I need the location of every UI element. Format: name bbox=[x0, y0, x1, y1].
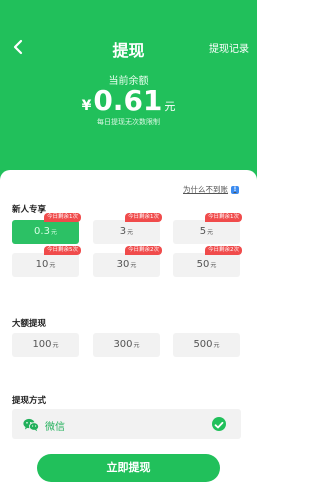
option-amount: 0.3 bbox=[34, 226, 50, 237]
remaining-badge: 今日剩余1次 bbox=[44, 213, 81, 222]
option-unit: 元 bbox=[133, 342, 140, 349]
wechat-payment-option[interactable]: 微信 bbox=[12, 409, 241, 439]
new-user-option[interactable]: 10 元 今日剩余5次 bbox=[12, 246, 81, 277]
large-option[interactable]: 100 元 bbox=[12, 333, 79, 357]
option-unit: 元 bbox=[210, 262, 217, 269]
check-icon bbox=[212, 417, 226, 431]
option-unit: 元 bbox=[50, 229, 57, 236]
payment-method-label: 微信 bbox=[45, 422, 65, 433]
option-amount: 50 bbox=[196, 259, 210, 270]
why-not-received-link[interactable]: 为什么不到账 ! bbox=[183, 184, 239, 195]
option-amount: 5 bbox=[199, 226, 207, 237]
new-user-option[interactable]: 0.3 元 今日剩余1次 bbox=[12, 213, 81, 244]
option-amount: 300 bbox=[113, 339, 133, 350]
balance-unit: 元 bbox=[164, 100, 176, 113]
limit-note: 每日提现无次数限制 bbox=[97, 118, 160, 126]
option-unit: 元 bbox=[127, 229, 134, 236]
withdraw-record-link[interactable]: 提现记录 bbox=[209, 40, 249, 55]
large-option[interactable]: 500 元 bbox=[173, 333, 240, 357]
info-icon[interactable]: ! bbox=[231, 185, 239, 194]
new-user-option[interactable]: 5 元 今日剩余1次 bbox=[173, 213, 242, 244]
option-unit: 元 bbox=[213, 342, 220, 349]
why-link-text[interactable]: 为什么不到账 bbox=[183, 184, 228, 195]
option-unit: 元 bbox=[52, 342, 59, 349]
option-amount: 3 bbox=[119, 226, 127, 237]
wechat-icon bbox=[23, 417, 39, 432]
large-option[interactable]: 300 元 bbox=[93, 333, 160, 357]
option-unit: 元 bbox=[49, 262, 56, 269]
remaining-badge: 今日剩余2次 bbox=[125, 246, 162, 255]
option-amount: 30 bbox=[116, 259, 130, 270]
remaining-badge: 今日剩余2次 bbox=[205, 246, 242, 255]
withdraw-now-button[interactable]: 立即提现 bbox=[37, 454, 220, 482]
large-withdraw-section-label: 大额提现 bbox=[12, 319, 47, 329]
remaining-badge: 今日剩余1次 bbox=[205, 213, 242, 222]
currency-symbol: ¥ bbox=[81, 98, 92, 114]
remaining-badge: 今日剩余1次 bbox=[125, 213, 162, 222]
new-user-option[interactable]: 3 元 今日剩余1次 bbox=[93, 213, 162, 244]
option-amount: 500 bbox=[193, 339, 213, 350]
payment-method-section-label: 提现方式 bbox=[12, 396, 47, 406]
new-user-option[interactable]: 50 元 今日剩余2次 bbox=[173, 246, 242, 277]
option-amount: 100 bbox=[32, 339, 52, 350]
balance-value: 0.61 bbox=[93, 84, 163, 117]
option-amount: 10 bbox=[35, 259, 49, 270]
new-user-option[interactable]: 30 元 今日剩余2次 bbox=[93, 246, 162, 277]
header-banner: 提现 提现记录 当前余额 ¥ 0.61 元 每日提现无次数限制 bbox=[0, 0, 257, 180]
option-unit: 元 bbox=[130, 262, 137, 269]
new-user-section-label: 新人专享 bbox=[12, 205, 47, 215]
balance-amount: ¥ 0.61 元 bbox=[0, 84, 257, 117]
remaining-badge: 今日剩余5次 bbox=[44, 246, 81, 255]
option-unit: 元 bbox=[207, 229, 214, 236]
